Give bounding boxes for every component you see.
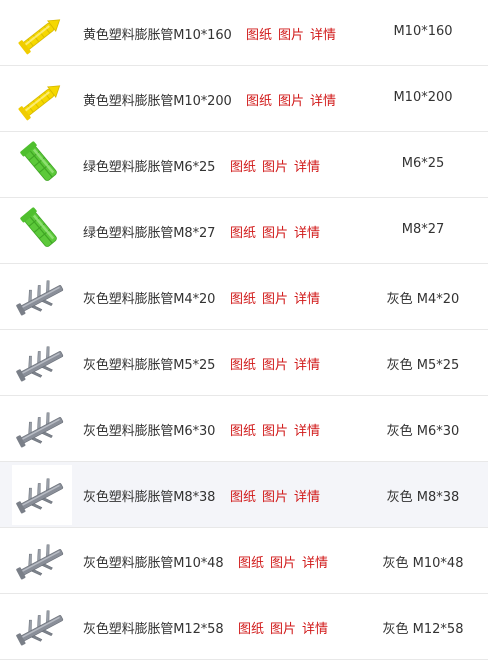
product-spec: M10*160	[393, 24, 453, 39]
details-link[interactable]: 详情	[294, 226, 320, 241]
product-links: 图纸 图片 详情	[238, 618, 334, 637]
product-name[interactable]: 绿色塑料膨胀管M8*27	[83, 222, 215, 241]
green-anchor-icon	[20, 207, 57, 247]
photo-link[interactable]: 图片	[278, 94, 304, 109]
table-row: 灰色塑料膨胀管M4*20 图纸 图片 详情 灰色 M4*20	[0, 264, 488, 330]
photo-link[interactable]: 图片	[262, 424, 288, 439]
drawing-link[interactable]: 图纸	[246, 94, 272, 109]
drawing-link[interactable]: 图纸	[246, 28, 272, 43]
details-link[interactable]: 详情	[294, 292, 320, 307]
table-row: 绿色塑料膨胀管M8*27 图纸 图片 详情 M8*27	[0, 198, 488, 264]
photo-link[interactable]: 图片	[270, 556, 296, 571]
product-links: 图纸 图片 详情	[246, 24, 342, 43]
drawing-link[interactable]: 图纸	[230, 160, 256, 175]
green-anchor-icon	[20, 141, 57, 181]
table-row-highlighted: 灰色塑料膨胀管M8*38 图纸 图片 详情 灰色 M8*38	[0, 462, 488, 528]
details-link[interactable]: 详情	[294, 490, 320, 505]
gray-anchor-icon	[16, 478, 64, 514]
table-row: 灰色塑料膨胀管M5*25 图纸 图片 详情 灰色 M5*25	[0, 330, 488, 396]
photo-link[interactable]: 图片	[278, 28, 304, 43]
product-links: 图纸 图片 详情	[230, 420, 326, 439]
details-link[interactable]: 详情	[310, 28, 336, 43]
table-row: 黄色塑料膨胀管M10*160 图纸 图片 详情 M10*160	[0, 0, 488, 66]
product-name[interactable]: 黄色塑料膨胀管M10*200	[83, 90, 232, 109]
details-link[interactable]: 详情	[302, 556, 328, 571]
drawing-link[interactable]: 图纸	[230, 292, 256, 307]
product-links: 图纸 图片 详情	[238, 552, 334, 571]
product-links: 图纸 图片 详情	[230, 156, 326, 175]
product-thumbnail[interactable]	[12, 597, 72, 657]
product-thumbnail[interactable]	[12, 201, 72, 261]
table-row: 灰色塑料膨胀管M6*30 图纸 图片 详情 灰色 M6*30	[0, 396, 488, 462]
drawing-link[interactable]: 图纸	[230, 358, 256, 373]
product-name[interactable]: 灰色塑料膨胀管M12*58	[83, 618, 224, 637]
product-thumbnail[interactable]	[12, 333, 72, 393]
gray-anchor-icon	[16, 346, 64, 382]
product-links: 图纸 图片 详情	[230, 288, 326, 307]
details-link[interactable]: 详情	[294, 358, 320, 373]
drawing-link[interactable]: 图纸	[230, 424, 256, 439]
product-spec: 灰色 M10*48	[382, 556, 464, 571]
product-spec: 灰色 M4*20	[386, 292, 460, 307]
product-spec: M10*200	[393, 90, 453, 105]
photo-link[interactable]: 图片	[262, 160, 288, 175]
product-list: 黄色塑料膨胀管M10*160 图纸 图片 详情 M10*160 黄色塑料膨胀管M1	[0, 0, 488, 660]
product-links: 图纸 图片 详情	[246, 90, 342, 109]
product-thumbnail[interactable]	[12, 465, 72, 525]
product-name[interactable]: 灰色塑料膨胀管M8*38	[83, 486, 215, 505]
product-thumbnail[interactable]	[12, 531, 72, 591]
product-name[interactable]: 灰色塑料膨胀管M10*48	[83, 552, 224, 571]
drawing-link[interactable]: 图纸	[238, 622, 264, 637]
drawing-link[interactable]: 图纸	[230, 226, 256, 241]
yellow-anchor-icon	[18, 19, 61, 55]
product-name[interactable]: 灰色塑料膨胀管M4*20	[83, 288, 215, 307]
table-row: 灰色塑料膨胀管M10*48 图纸 图片 详情 灰色 M10*48	[0, 528, 488, 594]
product-spec: M6*25	[401, 156, 445, 171]
photo-link[interactable]: 图片	[262, 358, 288, 373]
product-name[interactable]: 黄色塑料膨胀管M10*160	[83, 24, 232, 43]
details-link[interactable]: 详情	[310, 94, 336, 109]
photo-link[interactable]: 图片	[270, 622, 296, 637]
product-links: 图纸 图片 详情	[230, 486, 326, 505]
product-spec: M8*27	[401, 222, 445, 237]
product-thumbnail[interactable]	[12, 135, 72, 195]
details-link[interactable]: 详情	[302, 622, 328, 637]
gray-anchor-icon	[16, 610, 64, 646]
drawing-link[interactable]: 图纸	[230, 490, 256, 505]
table-row: 灰色塑料膨胀管M12*58 图纸 图片 详情 灰色 M12*58	[0, 594, 488, 660]
product-name[interactable]: 绿色塑料膨胀管M6*25	[83, 156, 215, 175]
product-thumbnail[interactable]	[12, 69, 72, 129]
product-thumbnail[interactable]	[12, 267, 72, 327]
photo-link[interactable]: 图片	[262, 490, 288, 505]
gray-anchor-icon	[16, 412, 64, 448]
product-links: 图纸 图片 详情	[230, 354, 326, 373]
product-thumbnail[interactable]	[12, 3, 72, 63]
product-spec: 灰色 M8*38	[386, 490, 460, 505]
product-spec: 灰色 M5*25	[386, 358, 460, 373]
product-thumbnail[interactable]	[12, 399, 72, 459]
yellow-anchor-icon	[18, 85, 61, 121]
details-link[interactable]: 详情	[294, 424, 320, 439]
product-links: 图纸 图片 详情	[230, 222, 326, 241]
details-link[interactable]: 详情	[294, 160, 320, 175]
table-row: 黄色塑料膨胀管M10*200 图纸 图片 详情 M10*200	[0, 66, 488, 132]
gray-anchor-icon	[16, 544, 64, 580]
product-name[interactable]: 灰色塑料膨胀管M5*25	[83, 354, 215, 373]
drawing-link[interactable]: 图纸	[238, 556, 264, 571]
table-row: 绿色塑料膨胀管M6*25 图纸 图片 详情 M6*25	[0, 132, 488, 198]
photo-link[interactable]: 图片	[262, 292, 288, 307]
gray-anchor-icon	[16, 280, 64, 316]
photo-link[interactable]: 图片	[262, 226, 288, 241]
product-spec: 灰色 M12*58	[382, 622, 464, 637]
product-name[interactable]: 灰色塑料膨胀管M6*30	[83, 420, 215, 439]
product-spec: 灰色 M6*30	[386, 424, 460, 439]
